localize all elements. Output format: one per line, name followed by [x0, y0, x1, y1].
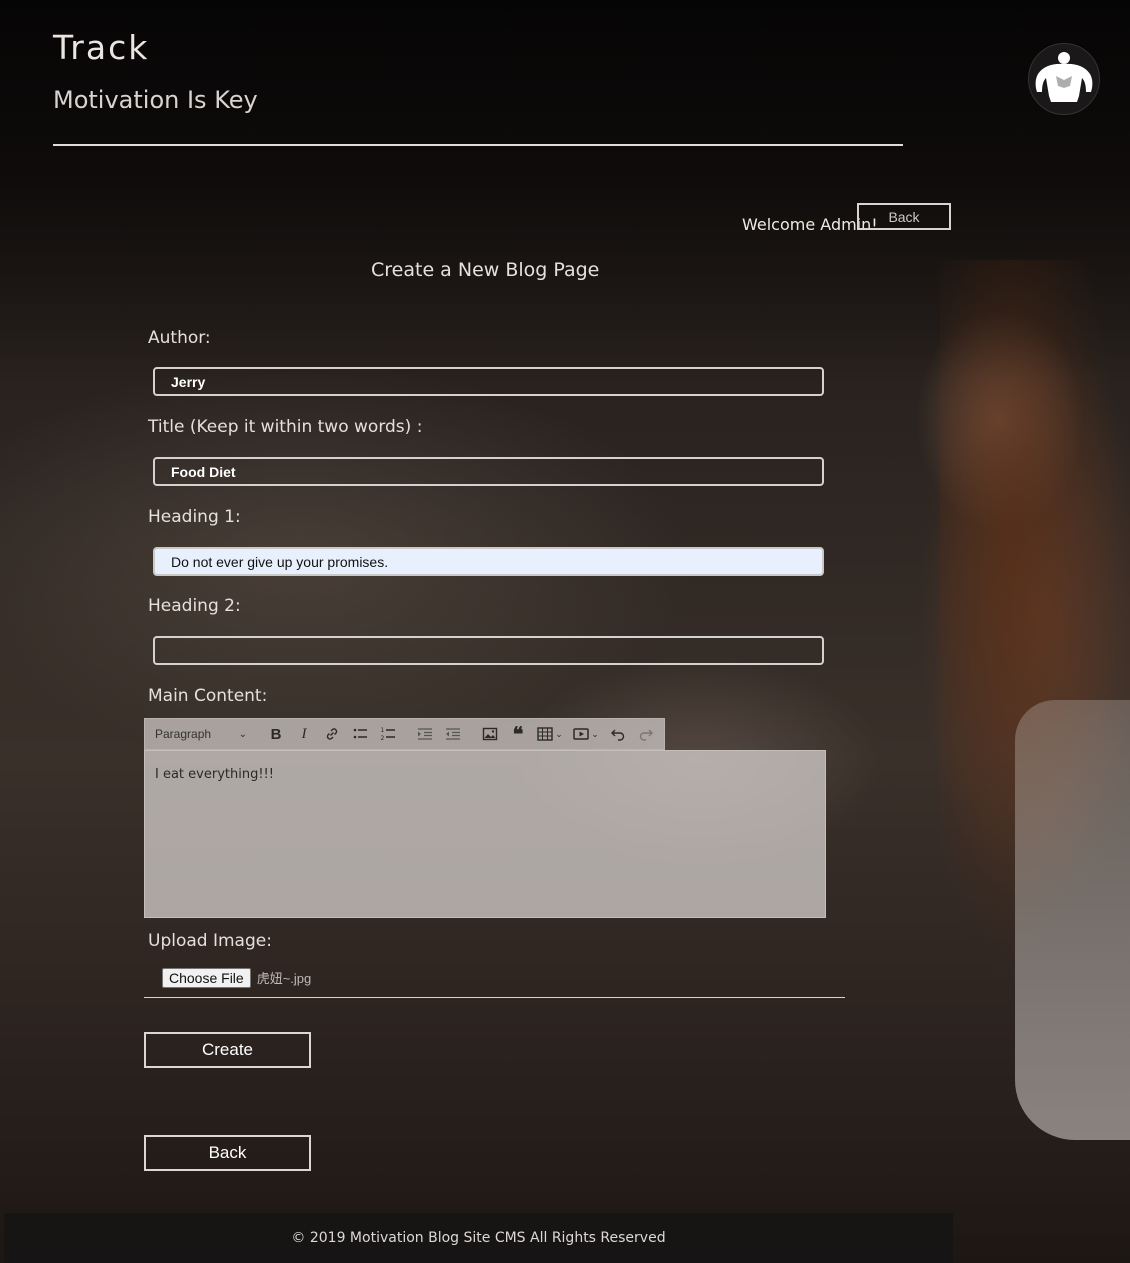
background-towel [1015, 700, 1130, 1140]
editor-content-area[interactable]: I eat everything!!! [144, 750, 826, 918]
author-field[interactable] [153, 367, 824, 396]
selected-file-name: 虎妞~.jpg [256, 971, 312, 986]
create-button[interactable]: Create [144, 1032, 311, 1068]
header-divider [53, 144, 903, 146]
site-tagline: Motivation Is Key [53, 86, 258, 114]
image-icon[interactable] [476, 721, 504, 747]
numbered-list-icon[interactable]: 12 [374, 721, 402, 747]
heading2-label: Heading 2: [148, 596, 241, 616]
heading2-field[interactable] [153, 636, 824, 665]
redo-icon[interactable] [632, 721, 660, 747]
toolbar-group-indent [407, 719, 472, 749]
heading1-field[interactable] [153, 547, 824, 576]
back-button[interactable]: Back [144, 1135, 311, 1171]
indent-icon[interactable] [411, 721, 439, 747]
format-select[interactable]: Paragraph ⌄ [145, 719, 258, 749]
editor-toolbar: Paragraph ⌄ B I 12 ❝ ⌄ ⌄ [144, 718, 665, 750]
svg-text:1: 1 [381, 727, 385, 734]
file-upload-field: Choose File 虎妞~.jpg [144, 968, 845, 998]
header-back-button[interactable]: Back [857, 203, 951, 230]
outdent-icon[interactable] [439, 721, 467, 747]
chevron-down-icon: ⌄ [555, 728, 563, 739]
quote-icon[interactable]: ❝ [504, 721, 532, 747]
bodybuilder-icon [1028, 43, 1100, 115]
copyright-text: © 2019 Motivation Blog Site CMS All Righ… [291, 1230, 666, 1246]
undo-icon[interactable] [604, 721, 632, 747]
heading1-label: Heading 1: [148, 507, 241, 527]
toolbar-group-text: B I 12 [258, 719, 407, 749]
author-label: Author: [148, 328, 211, 348]
chevron-down-icon: ⌄ [238, 728, 247, 740]
site-title: Track [53, 28, 150, 67]
link-icon[interactable] [318, 721, 346, 747]
svg-text:2: 2 [381, 735, 385, 742]
choose-file-button[interactable]: Choose File [162, 968, 251, 988]
bulleted-list-icon[interactable] [346, 721, 374, 747]
title-label: Title (Keep it within two words) : [148, 417, 423, 437]
page-title: Create a New Blog Page [371, 259, 600, 281]
table-icon[interactable]: ⌄ [532, 721, 568, 747]
background-photo [0, 0, 1130, 1263]
italic-icon[interactable]: I [290, 721, 318, 747]
title-field[interactable] [153, 457, 824, 486]
rich-text-editor: Paragraph ⌄ B I 12 ❝ ⌄ ⌄ I eat everythin… [144, 718, 826, 918]
format-select-value: Paragraph [155, 727, 212, 741]
main-content-label: Main Content: [148, 686, 268, 706]
media-icon[interactable]: ⌄ [568, 721, 604, 747]
toolbar-group-insert: ❝ ⌄ ⌄ [472, 719, 664, 749]
chevron-down-icon: ⌄ [591, 728, 599, 739]
footer: © 2019 Motivation Blog Site CMS All Righ… [4, 1213, 953, 1263]
bold-icon[interactable]: B [262, 721, 290, 747]
upload-image-label: Upload Image: [148, 931, 272, 951]
